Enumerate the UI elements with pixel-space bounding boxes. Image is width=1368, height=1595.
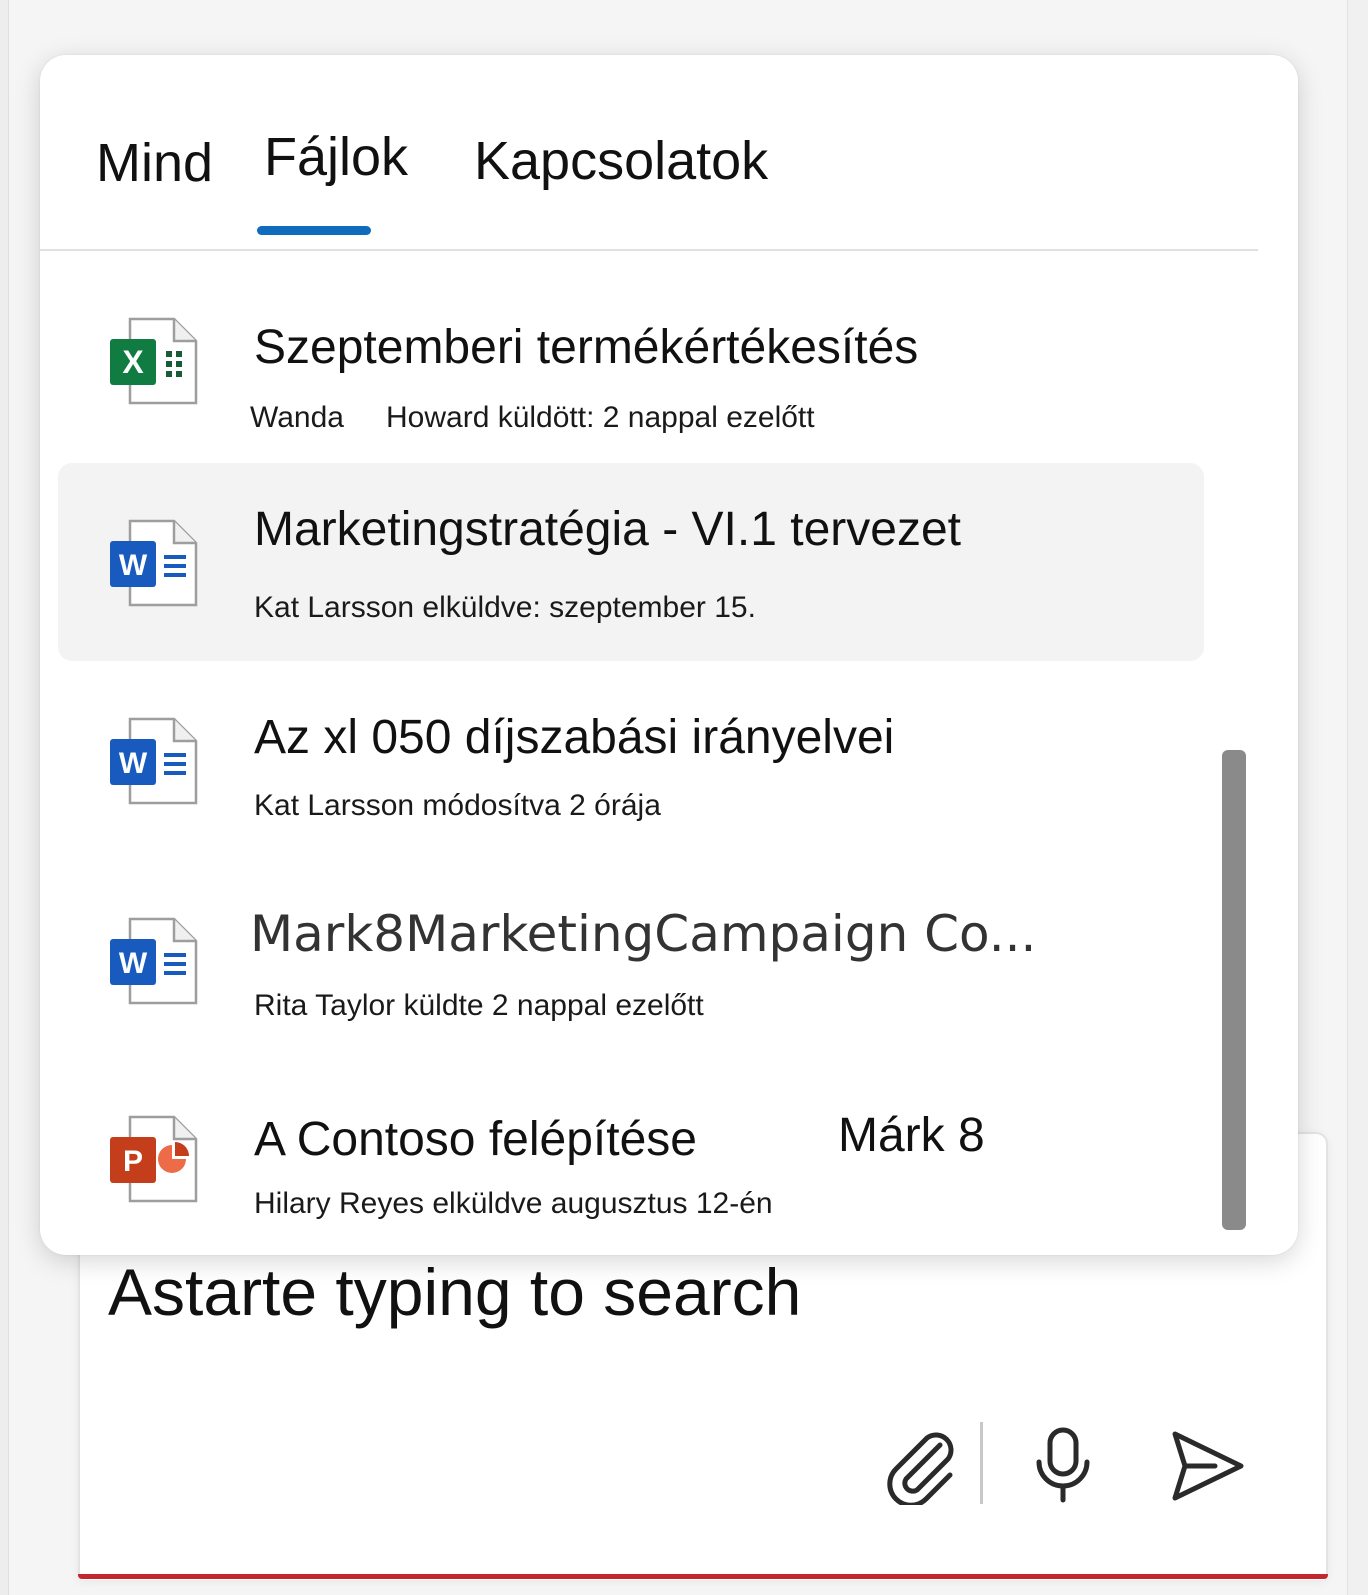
svg-text:W: W [119,549,148,582]
excel-file-icon: X [110,317,198,405]
paperclip-icon [887,1432,954,1505]
file-subtitle: Kat Larsson módosítva 2 órája [254,789,661,822]
file-subtitle: Kat Larsson elküldve: szeptember 15. [254,591,756,624]
scrollbar-thumb[interactable] [1222,750,1246,1230]
svg-text:P: P [123,1145,143,1178]
selected-tab-indicator [257,226,371,235]
compose-actions [878,1418,1278,1514]
file-row[interactable]: X Szeptemberi termékértékesítés Wanda Ho… [58,261,1204,459]
file-title: Szeptemberi termékértékesítés [254,321,919,374]
svg-text:W: W [119,747,148,780]
file-row[interactable]: W Az xl 050 díjszabási irányelvei Kat La… [58,661,1204,859]
svg-text:X: X [122,344,144,380]
powerpoint-file-icon: P [110,1115,198,1203]
file-row[interactable]: P A Contoso felépítése Márk 8 Hilary Rey… [58,1059,1204,1255]
compose-focus-underline [78,1574,1328,1579]
tab-all[interactable]: Mind [96,131,213,195]
word-file-icon: W [110,917,198,1005]
send-button[interactable] [1164,1423,1250,1509]
window-left-edge [0,0,9,1595]
tab-files[interactable]: Fájlok [264,125,408,189]
file-title: Marketingstratégia - VI.1 tervezet [254,503,961,556]
file-row[interactable]: W Mark8MarketingCampaign Co... Rita Tayl… [58,861,1204,1059]
file-subtitle: Howard küldött: 2 nappal ezelőtt [386,401,815,434]
microphone-icon [1036,1427,1090,1503]
scrollbar[interactable] [1222,750,1246,1230]
file-title: A Contoso felépítése [254,1113,697,1166]
svg-text:W: W [119,947,148,980]
file-row-selected[interactable]: W Marketingstratégia - VI.1 tervezet Kat… [58,463,1204,661]
file-subtitle: Hilary Reyes elküldve augusztus 12-én [254,1187,773,1220]
microphone-button[interactable] [1020,1423,1106,1509]
search-input[interactable]: Astarte typing to search [108,1252,801,1332]
file-suggestions-popup: Mind Fájlok Kapcsolatok X Szeptemberi te… [40,55,1298,1255]
word-file-icon: W [110,717,198,805]
tab-bar: Mind Fájlok Kapcsolatok [40,55,1258,251]
file-title: Mark8MarketingCampaign Co... [250,905,1037,963]
attach-button[interactable] [878,1423,964,1509]
file-title-suffix: Márk 8 [838,1109,985,1162]
actions-divider [980,1422,983,1504]
file-title: Az xl 050 díjszabási irányelvei [254,711,895,764]
file-sender: Wanda [250,401,344,434]
word-file-icon: W [110,519,198,607]
send-icon [1172,1431,1244,1501]
tab-contacts[interactable]: Kapcsolatok [474,129,768,193]
file-subtitle: Rita Taylor küldte 2 nappal ezelőtt [254,989,704,1022]
window-right-edge [1347,0,1368,1595]
